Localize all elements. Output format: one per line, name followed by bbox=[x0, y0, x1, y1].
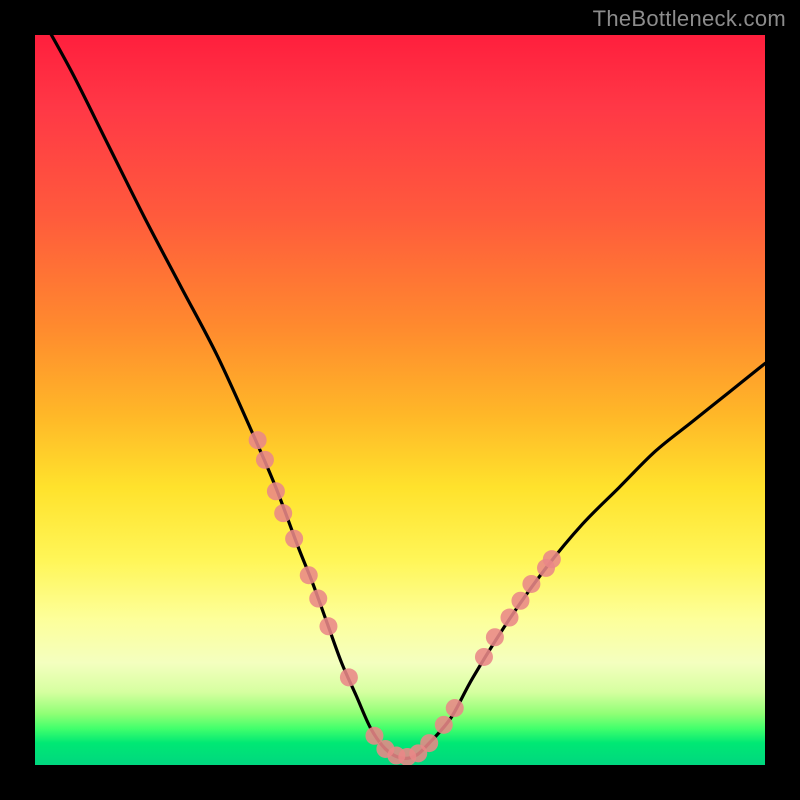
data-marker bbox=[319, 617, 337, 635]
data-marker bbox=[435, 716, 453, 734]
plot-area bbox=[35, 35, 765, 765]
data-marker bbox=[256, 451, 274, 469]
data-marker bbox=[420, 734, 438, 752]
data-marker bbox=[285, 530, 303, 548]
data-marker bbox=[511, 592, 529, 610]
data-marker bbox=[249, 431, 267, 449]
data-marker bbox=[267, 482, 285, 500]
data-marker bbox=[522, 575, 540, 593]
data-marker bbox=[486, 628, 504, 646]
data-marker bbox=[300, 566, 318, 584]
data-marker bbox=[340, 668, 358, 686]
data-marker bbox=[309, 590, 327, 608]
data-marker bbox=[543, 550, 561, 568]
data-marker bbox=[501, 609, 519, 627]
watermark-text: TheBottleneck.com bbox=[593, 6, 786, 32]
curve-line bbox=[35, 35, 765, 758]
data-marker bbox=[274, 504, 292, 522]
bottleneck-chart bbox=[35, 35, 765, 765]
data-marker bbox=[475, 648, 493, 666]
data-marker bbox=[446, 699, 464, 717]
chart-frame: TheBottleneck.com bbox=[0, 0, 800, 800]
